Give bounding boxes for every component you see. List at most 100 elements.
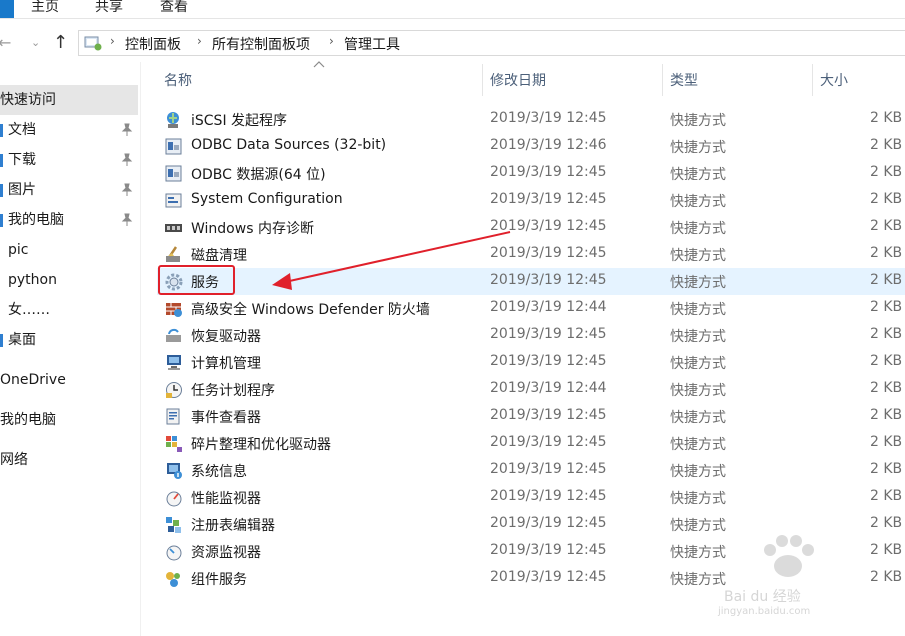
watermark-brand: Bai du 经验 (724, 589, 801, 605)
pin-icon[interactable] (121, 123, 133, 137)
sidebar-item-label: 我的电脑 (8, 212, 64, 228)
computer-icon (0, 214, 3, 227)
column-divider[interactable] (482, 64, 483, 96)
file-name: 性能监视器 (191, 491, 261, 507)
file-row[interactable]: ODBC 数据源(64 位) 2019/3/19 12:45 快捷方式 2 KB (157, 160, 905, 187)
file-row[interactable]: 计算机管理 2019/3/19 12:45 快捷方式 2 KB (157, 349, 905, 376)
pin-icon[interactable] (121, 183, 133, 197)
file-size: 2 KB (870, 299, 903, 315)
file-row-services[interactable]: 服务 2019/3/19 12:45 快捷方式 2 KB (157, 268, 905, 295)
breadcrumb-control-panel[interactable]: 控制面板 (125, 34, 181, 54)
sidebar-item-downloads[interactable]: 下载 (0, 145, 140, 175)
file-type: 快捷方式 (670, 329, 726, 345)
file-name: 资源监视器 (191, 545, 261, 561)
file-type: 快捷方式 (670, 491, 726, 507)
back-button[interactable]: ← (0, 32, 11, 54)
watermark-url: jingyan.baidu.com (718, 606, 811, 617)
file-name: ODBC Data Sources (32-bit) (191, 137, 387, 153)
file-date: 2019/3/19 12:44 (490, 380, 607, 396)
file-size: 2 KB (870, 380, 903, 396)
file-name: 碎片整理和优化驱动器 (191, 437, 331, 453)
file-name: Windows 内存诊断 (191, 221, 314, 237)
file-type: 快捷方式 (670, 221, 726, 237)
desktop-icon (0, 334, 3, 347)
file-date: 2019/3/19 12:46 (490, 137, 607, 153)
file-size: 2 KB (870, 110, 903, 126)
file-row[interactable]: 任务计划程序 2019/3/19 12:44 快捷方式 2 KB (157, 376, 905, 403)
file-name: 事件查看器 (191, 410, 261, 426)
ribbon: 主页 共享 查看 (0, 0, 905, 19)
computer-management-icon (167, 355, 181, 370)
file-type: 快捷方式 (670, 167, 726, 183)
column-header-size[interactable]: 大小 (820, 70, 848, 90)
file-size: 2 KB (870, 353, 903, 369)
ribbon-tab-view[interactable]: 查看 (160, 0, 188, 16)
breadcrumb-all-items[interactable]: 所有控制面板项 (212, 34, 310, 54)
sidebar-item-label: 文档 (8, 122, 36, 138)
file-name: 恢复驱动器 (191, 329, 261, 345)
up-button[interactable]: ↑ (53, 32, 68, 54)
sidebar-item-my-computer[interactable]: 我的电脑 (0, 205, 140, 235)
breadcrumb-separator[interactable]: › (197, 34, 202, 48)
file-row[interactable]: 系统信息 2019/3/19 12:45 快捷方式 2 KB (157, 457, 905, 484)
breadcrumb-separator[interactable]: › (110, 34, 115, 48)
resource-monitor-icon (166, 545, 182, 561)
breadcrumb-admin-tools[interactable]: 管理工具 (344, 34, 400, 54)
ribbon-tab-share[interactable]: 共享 (95, 0, 123, 16)
column-header-date[interactable]: 修改日期 (490, 70, 546, 90)
file-date: 2019/3/19 12:45 (490, 569, 607, 585)
file-type: 快捷方式 (670, 275, 726, 291)
column-header-type[interactable]: 类型 (670, 70, 698, 90)
pin-icon[interactable] (121, 153, 133, 167)
address-bar[interactable]: › 控制面板 › 所有控制面板项 › 管理工具 (78, 30, 905, 56)
file-row[interactable]: iSCSI 发起程序 2019/3/19 12:45 快捷方式 2 KB (157, 106, 905, 133)
file-size: 2 KB (870, 164, 903, 180)
file-row[interactable]: 性能监视器 2019/3/19 12:45 快捷方式 2 KB (157, 484, 905, 511)
sidebar-item-label: 女…… (8, 302, 50, 318)
file-name: 任务计划程序 (191, 383, 275, 399)
file-size: 2 KB (870, 569, 903, 585)
sidebar-item-pictures[interactable]: 图片 (0, 175, 140, 205)
disk-cleanup-icon (166, 246, 180, 262)
file-row[interactable]: 碎片整理和优化驱动器 2019/3/19 12:45 快捷方式 2 KB (157, 430, 905, 457)
sidebar-item-label: 图片 (8, 182, 36, 198)
annotation-highlight-box (158, 265, 235, 295)
file-row[interactable]: 磁盘清理 2019/3/19 12:45 快捷方式 2 KB (157, 241, 905, 268)
file-date: 2019/3/19 12:45 (490, 434, 607, 450)
sidebar-item-quick-access[interactable]: 快速访问 (0, 85, 138, 115)
component-services-icon (166, 572, 180, 587)
file-row[interactable]: 恢复驱动器 2019/3/19 12:45 快捷方式 2 KB (157, 322, 905, 349)
file-name: ODBC 数据源(64 位) (191, 167, 326, 183)
pictures-icon (0, 184, 3, 197)
firewall-icon (166, 303, 182, 317)
file-date: 2019/3/19 12:45 (490, 110, 607, 126)
sidebar-item-label: OneDrive (0, 372, 66, 388)
file-row[interactable]: Windows 内存诊断 2019/3/19 12:45 快捷方式 2 KB (157, 214, 905, 241)
odbc-icon (165, 165, 182, 182)
file-name: 计算机管理 (191, 356, 261, 372)
file-row[interactable]: ODBC Data Sources (32-bit) 2019/3/19 12:… (157, 133, 905, 160)
file-date: 2019/3/19 12:45 (490, 164, 607, 180)
file-tab[interactable] (0, 0, 14, 18)
recent-locations-icon[interactable]: ⌄ (31, 32, 40, 54)
file-date: 2019/3/19 12:45 (490, 542, 607, 558)
file-row[interactable]: 高级安全 Windows Defender 防火墙 2019/3/19 12:4… (157, 295, 905, 322)
pin-icon[interactable] (121, 213, 133, 227)
ribbon-tab-home[interactable]: 主页 (31, 0, 59, 16)
column-divider[interactable] (662, 64, 663, 96)
column-header-name[interactable]: 名称 (164, 70, 192, 90)
paw-logo-icon (764, 535, 814, 577)
sidebar-item-documents[interactable]: 文档 (0, 115, 140, 145)
file-type: 快捷方式 (670, 248, 726, 264)
sidebar-item-label: 桌面 (8, 332, 36, 348)
system-configuration-icon (165, 193, 182, 208)
sort-ascending-icon (313, 61, 325, 68)
column-divider[interactable] (812, 64, 813, 96)
file-row[interactable]: 事件查看器 2019/3/19 12:45 快捷方式 2 KB (157, 403, 905, 430)
file-row[interactable]: System Configuration 2019/3/19 12:45 快捷方… (157, 187, 905, 214)
file-type: 快捷方式 (670, 437, 726, 453)
odbc-icon (165, 138, 182, 155)
file-date: 2019/3/19 12:45 (490, 326, 607, 342)
navigation-pane: 快速访问 文档 下载 图片 我的电脑 pic python 女…… 桌面 One… (0, 62, 141, 636)
breadcrumb-separator[interactable]: › (329, 34, 334, 48)
